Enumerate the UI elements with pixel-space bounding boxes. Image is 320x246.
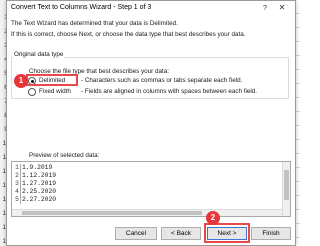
preview-vertical-scrollbar[interactable]	[282, 162, 290, 216]
data-preview-box[interactable]: 1 1.9.2019 2 1.12.2019 3 1.27.2019 4 2.25.20…	[11, 161, 291, 217]
intro-text-line-2: If this is correct, choose Next, or choo…	[11, 31, 246, 38]
fixed-width-label[interactable]: Fixed width	[39, 88, 71, 95]
step-badge-1: 1	[14, 74, 28, 88]
fixed-width-description: - Fields are aligned in columns with spa…	[81, 88, 258, 95]
preview-row: 5 2.27.2020	[15, 196, 57, 204]
preview-rows: 1 1.9.2019 2 1.12.2019 3 1.27.2019 4 2.25.20…	[14, 164, 56, 204]
back-button[interactable]: < Back	[161, 227, 201, 240]
dialog-title: Convert Text to Columns Wizard - Step 1 …	[11, 4, 152, 11]
cancel-button[interactable]: Cancel	[115, 227, 157, 240]
preview-row: 1 1.9.2019	[15, 164, 53, 172]
original-data-type-label: Original data type	[13, 51, 65, 58]
fixed-width-radio[interactable]	[28, 88, 36, 96]
intro-text-line-1: The Text Wizard has determined that your…	[11, 20, 178, 27]
dialog-title-bar[interactable]: Convert Text to Columns Wizard - Step 1 …	[7, 1, 295, 15]
preview-row: 2 1.12.2019	[15, 172, 57, 180]
preview-label: Preview of selected data:	[29, 152, 100, 159]
horizontal-scroll-thumb[interactable]	[22, 211, 202, 215]
preview-horizontal-scrollbar[interactable]	[12, 209, 282, 216]
vertical-scroll-thumb[interactable]	[284, 170, 289, 200]
preview-row: 3 1.27.2019	[15, 180, 57, 188]
text-to-columns-dialog: Convert Text to Columns Wizard - Step 1 …	[6, 0, 296, 246]
next-highlight-box	[204, 223, 250, 243]
delimited-description: - Characters such as commas or tabs sepa…	[81, 77, 243, 84]
close-icon[interactable]: ✕	[276, 3, 288, 13]
preview-row: 4 2.25.2020	[15, 188, 57, 196]
delimited-highlight-box	[26, 74, 78, 86]
help-icon[interactable]: ?	[260, 3, 270, 13]
step-badge-2: 2	[206, 211, 220, 225]
finish-button[interactable]: Finish	[251, 227, 291, 240]
